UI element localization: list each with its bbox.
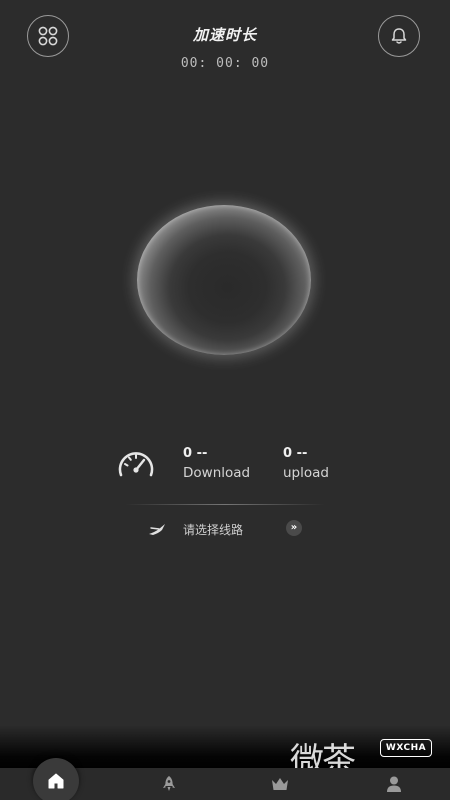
- route-label: 请选择线路: [183, 523, 244, 537]
- watermark: 微茶 WXCHA: [290, 733, 440, 781]
- chevron-double-right-icon[interactable]: »: [286, 520, 302, 536]
- notification-button[interactable]: [378, 15, 420, 57]
- watermark-badge: WXCHA: [380, 739, 432, 757]
- tab-profile[interactable]: [380, 768, 408, 800]
- speedometer-icon: [118, 452, 154, 477]
- acceleration-timer: 00: 00: 00: [180, 56, 270, 71]
- connect-ring: [137, 205, 311, 355]
- route-icon: [149, 524, 165, 535]
- tab-home[interactable]: [40, 765, 72, 797]
- route-selector[interactable]: 请选择线路 »: [0, 518, 450, 540]
- app-screen: 加速时长 00: 00: 00 0 -- Download 0 -- uploa…: [0, 0, 450, 800]
- bell-icon: [391, 28, 407, 44]
- upload-stat: 0 -- upload: [283, 446, 329, 481]
- tab-accelerate[interactable]: [155, 768, 183, 800]
- crown-icon: [272, 778, 288, 790]
- download-stat: 0 -- Download: [183, 446, 250, 481]
- tab-vip[interactable]: [266, 768, 294, 800]
- upload-value: 0 --: [283, 446, 308, 461]
- speed-stats: 0 -- Download 0 -- upload: [0, 446, 450, 486]
- divider: [125, 504, 325, 505]
- download-value: 0 --: [183, 446, 208, 461]
- home-icon: [48, 773, 64, 789]
- rocket-icon: [163, 776, 175, 791]
- connect-button[interactable]: [124, 195, 324, 365]
- upload-label: upload: [283, 465, 329, 481]
- download-label: Download: [183, 465, 251, 481]
- bottom-tab-bar: [0, 758, 450, 800]
- user-icon: [387, 776, 401, 792]
